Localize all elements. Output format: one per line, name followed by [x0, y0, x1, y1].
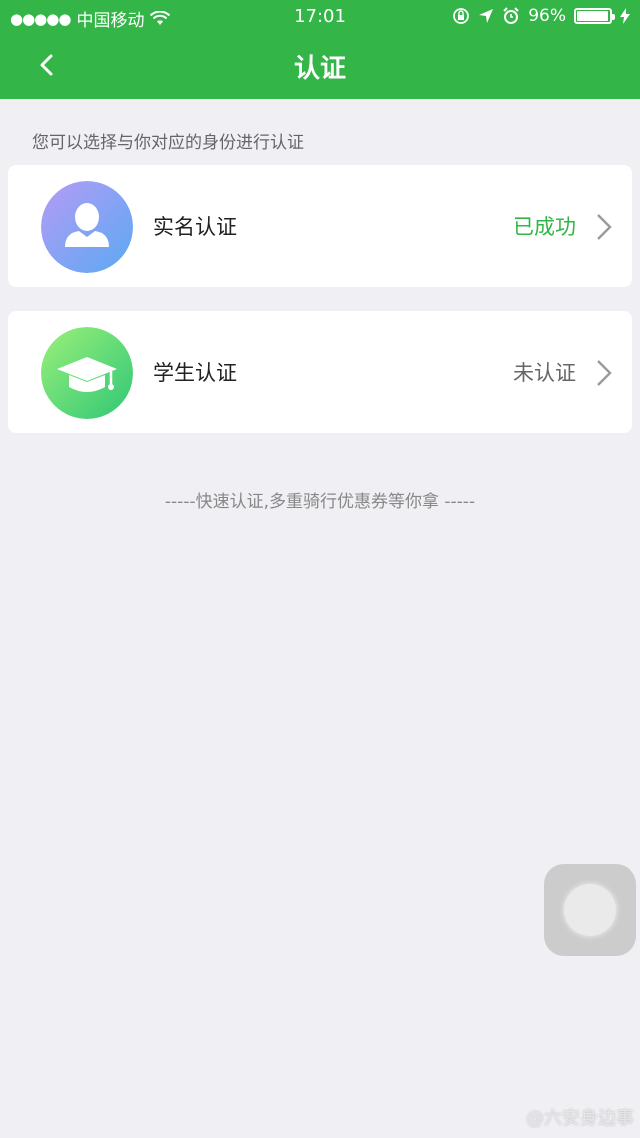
person-icon	[41, 181, 133, 273]
chevron-right-icon	[597, 360, 612, 386]
item-label: 实名认证	[153, 215, 237, 239]
charging-bolt-icon	[620, 8, 630, 24]
assistive-touch-inner	[564, 884, 616, 936]
alarm-icon	[503, 7, 519, 24]
chevron-right-icon	[597, 214, 612, 240]
watermark: @六安身边事	[526, 1108, 634, 1129]
real-name-verification-item[interactable]: 实名认证 已成功	[8, 165, 632, 287]
battery-icon	[574, 8, 615, 24]
assistive-touch-button[interactable]	[544, 864, 636, 956]
instruction-text: 您可以选择与你对应的身份进行认证	[32, 133, 304, 153]
rotation-lock-icon	[453, 8, 470, 24]
status-badge: 已成功	[513, 215, 576, 239]
promo-tip: -----快速认证,多重骑行优惠券等你拿 -----	[164, 492, 476, 512]
item-label: 学生认证	[153, 361, 237, 385]
location-arrow-icon	[479, 9, 494, 23]
student-verification-item[interactable]: 学生认证 未认证	[8, 311, 632, 433]
graduation-cap-icon	[41, 327, 133, 419]
status-badge: 未认证	[513, 361, 576, 385]
battery-percent: 96%	[528, 6, 566, 26]
navigation-bar: 认证	[0, 34, 640, 99]
page-title: 认证	[293, 54, 346, 84]
app-header: ●●●●● 中国移动 17:01 96% 认证	[0, 0, 640, 99]
status-bar: ●●●●● 中国移动 17:01 96%	[0, 0, 640, 34]
